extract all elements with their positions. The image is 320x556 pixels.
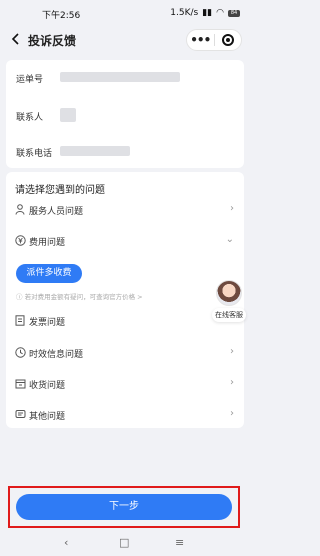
problem-item-label: 发票问题 xyxy=(29,318,66,328)
person-icon xyxy=(14,203,26,215)
close-button[interactable] xyxy=(215,34,242,46)
yen-icon xyxy=(14,234,26,246)
target-icon xyxy=(221,34,234,46)
chevron-right-icon: › xyxy=(230,346,234,357)
order-info-card: 运单号 联系人 联系电话 xyxy=(6,60,244,168)
network-speed: 1.5K/s xyxy=(170,8,199,18)
wifi-icon: ◠ xyxy=(216,8,224,18)
section-title: 请选择您遇到的问题 xyxy=(15,185,105,196)
battery-icon: 84 xyxy=(228,9,240,17)
problem-card: 请选择您遇到的问题 服务人员问题 › 费用问题 ⌄ 派件多收费 ⓘ 若对费用金额… xyxy=(6,172,244,428)
phone-label: 联系电话 xyxy=(16,149,53,159)
mini-program-capsule: ••• xyxy=(186,29,242,51)
online-service-label: 在线客服 xyxy=(212,308,246,322)
problem-item-label: 其他问题 xyxy=(29,412,66,422)
signal-icon: ▮▮ xyxy=(202,8,213,18)
waybill-label: 运单号 xyxy=(16,75,44,85)
problem-item-label: 时效信息问题 xyxy=(29,350,84,360)
chevron-left-icon xyxy=(11,33,19,45)
chevron-right-icon: › xyxy=(230,203,234,214)
phone-value-masked xyxy=(60,146,130,156)
next-button-highlight: 下一步 xyxy=(8,486,240,528)
problem-item-label: 收货问题 xyxy=(29,381,66,391)
service-avatar xyxy=(216,280,242,306)
problem-item-staff[interactable]: 服务人员问题 › xyxy=(6,200,244,220)
clock-icon xyxy=(14,346,26,358)
contact-label: 联系人 xyxy=(16,113,44,123)
problem-item-other[interactable]: 其他问题 › xyxy=(6,405,244,425)
status-indicators: 1.5K/s ▮▮ ◠ 84 xyxy=(170,8,240,18)
problem-item-fee[interactable]: 费用问题 ⌄ xyxy=(6,231,244,251)
system-back-icon[interactable]: ‹ xyxy=(64,536,68,549)
problem-item-label: 费用问题 xyxy=(29,238,66,248)
status-time: 下午2:56 xyxy=(42,11,81,21)
message-icon xyxy=(14,408,26,420)
chevron-right-icon: › xyxy=(230,408,234,419)
invoice-icon xyxy=(14,314,26,326)
fee-option-chip[interactable]: 派件多收费 xyxy=(16,264,82,283)
problem-item-timeliness[interactable]: 时效信息问题 › xyxy=(6,343,244,363)
problem-item-receiving[interactable]: 收货问题 › xyxy=(6,374,244,394)
system-home-icon[interactable]: □ xyxy=(119,536,129,549)
status-bar: 下午2:56 1.5K/s ▮▮ ◠ 84 xyxy=(0,0,250,24)
fee-hint[interactable]: ⓘ 若对费用金额有疑问，可查询官方价格 > xyxy=(16,291,143,301)
back-button[interactable] xyxy=(8,31,22,47)
system-nav-bar: ‹ □ ≡ xyxy=(0,532,250,556)
online-service-button[interactable]: 在线客服 xyxy=(212,280,246,322)
waybill-value-masked xyxy=(60,72,180,82)
box-icon xyxy=(14,377,26,389)
next-button[interactable]: 下一步 xyxy=(16,494,232,520)
system-menu-icon[interactable]: ≡ xyxy=(175,536,184,549)
problem-item-invoice[interactable]: 发票问题 › xyxy=(6,311,244,331)
chevron-right-icon: › xyxy=(230,377,234,388)
problem-item-label: 服务人员问题 xyxy=(29,207,84,217)
page-title: 投诉反馈 xyxy=(28,34,77,48)
chevron-down-icon: ⌄ xyxy=(225,234,234,245)
info-icon: ⓘ xyxy=(16,293,23,301)
more-button[interactable]: ••• xyxy=(187,31,214,49)
contact-value-masked xyxy=(60,108,76,122)
nav-bar: 投诉反馈 ••• xyxy=(0,24,250,56)
fee-hint-text: 若对费用金额有疑问，可查询官方价格 > xyxy=(24,293,143,301)
